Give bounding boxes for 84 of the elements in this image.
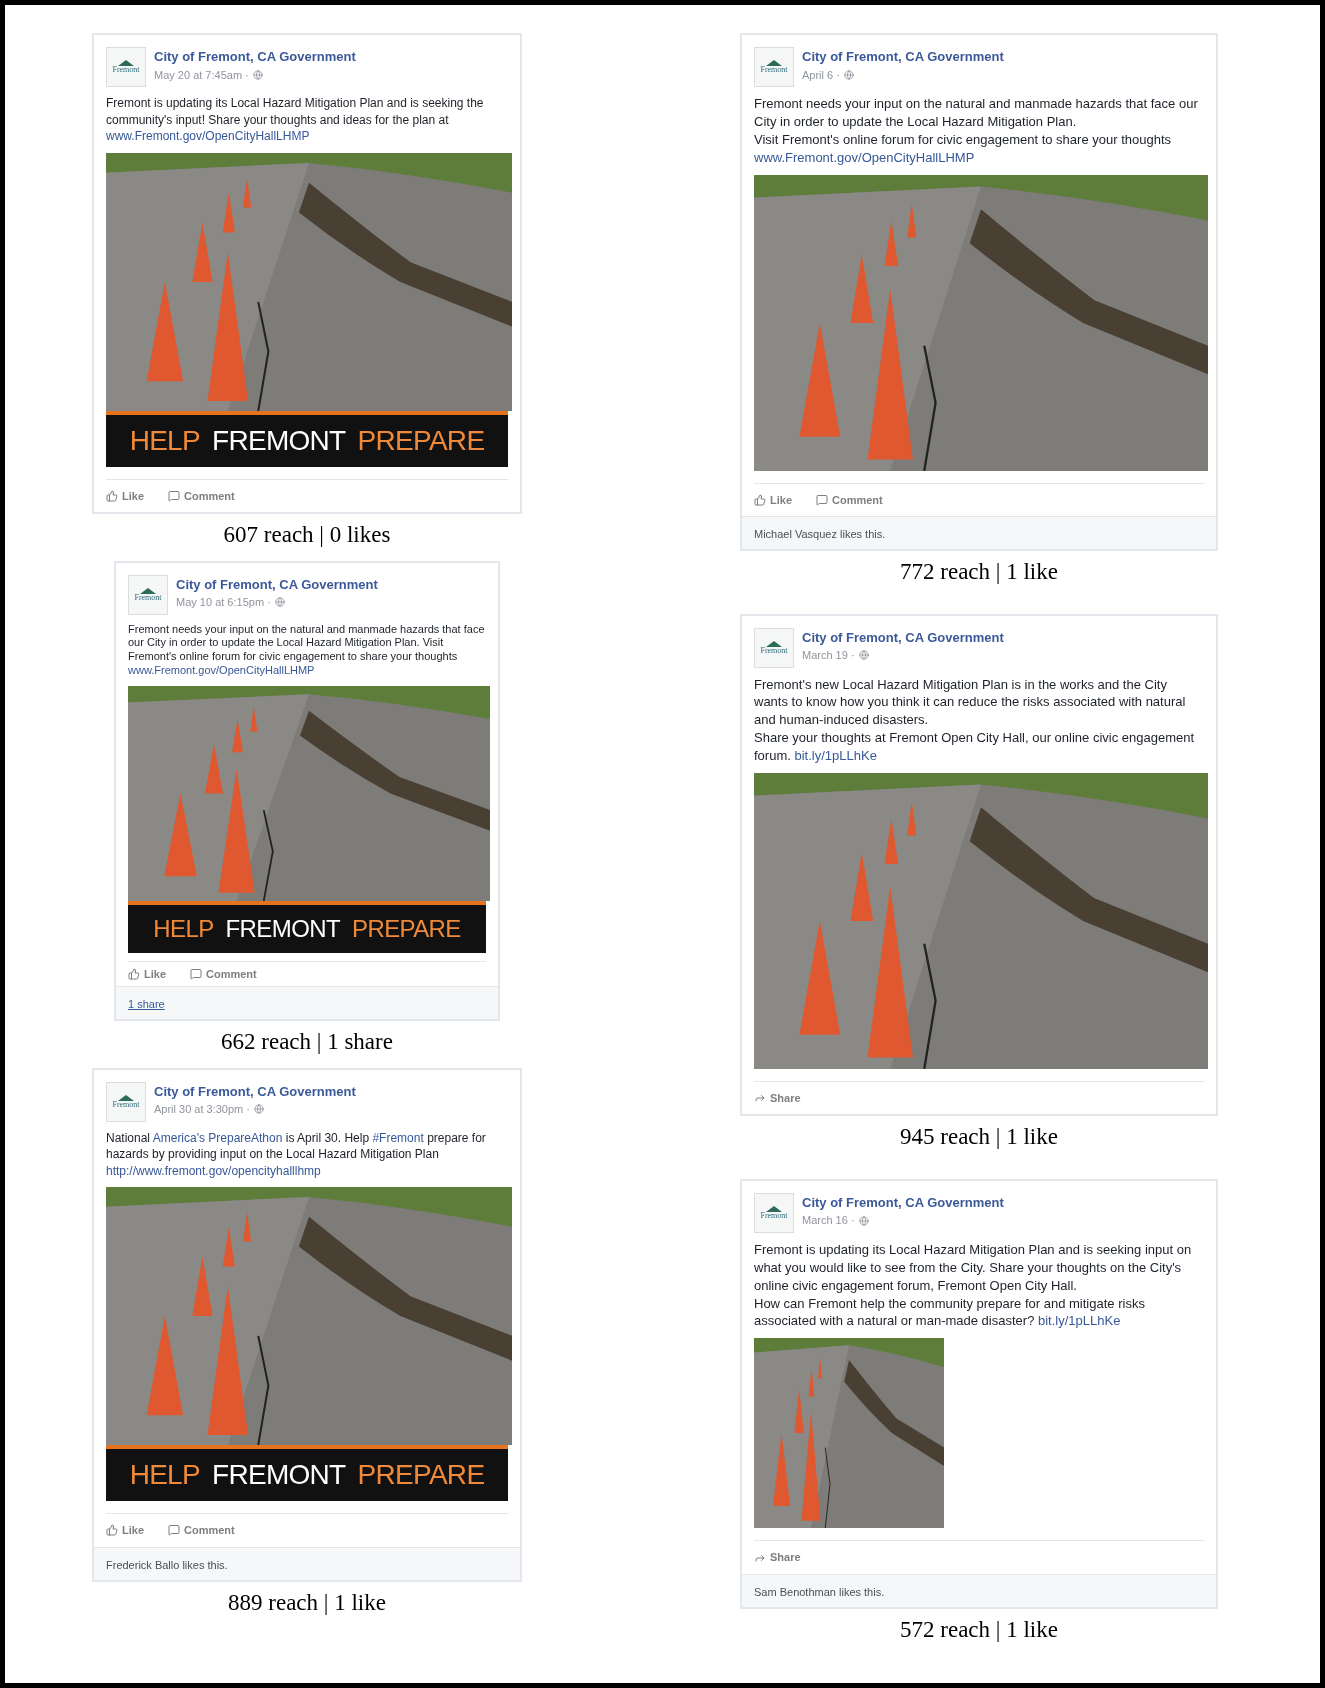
comment-icon: [190, 967, 202, 980]
banner-text: FREMONT: [212, 426, 346, 455]
reach-caption: 662 reach | 1 share: [221, 1028, 393, 1056]
post-date[interactable]: April 30 at 3:30pm ·: [154, 1101, 250, 1118]
post-link[interactable]: www.Fremont.gov/OpenCityHallLHMP: [128, 663, 315, 676]
post-link[interactable]: www.Fremont.gov/OpenCityHallLHMP: [754, 149, 975, 165]
banner-text: HELP: [129, 1461, 200, 1489]
comment-icon: [816, 493, 828, 506]
comment-button[interactable]: Comment: [168, 1522, 235, 1539]
logo-text: Fremont: [760, 66, 788, 74]
mountain-icon: [766, 60, 782, 66]
post-link[interactable]: bit.ly/1pLLhKe: [794, 748, 877, 763]
reach-caption: 945 reach | 1 like: [900, 1123, 1058, 1152]
page-name[interactable]: City of Fremont, CA Government: [802, 47, 1004, 67]
globe-icon: [843, 69, 854, 80]
post-text: Fremont needs your input on the natural and manmade hazards that face our City in order to update the Local Hazard Mitigation Plan.: [754, 95, 1199, 131]
post-date[interactable]: March 16 ·: [802, 1212, 855, 1229]
logo-text: Fremont: [112, 1100, 140, 1109]
comment-button[interactable]: Comment: [168, 487, 235, 504]
banner-text: HELP: [153, 916, 214, 941]
like-button[interactable]: Like: [754, 491, 792, 508]
logo-text: Fremont: [760, 1211, 788, 1220]
thumbs-up-icon: [128, 967, 140, 980]
reach-caption: 772 reach | 1 like: [900, 558, 1058, 586]
post-text: Visit Fremont's online forum for civic engagement to share your thoughts www.Fremont.gov/OpenCityHallLHMP: [754, 130, 1172, 167]
logo-text: Fremont: [112, 66, 140, 74]
globe-icon: [274, 597, 285, 608]
likes-text: Sam Benothman likes this.: [754, 1585, 885, 1598]
page-name[interactable]: City of Fremont, CA Government: [802, 627, 1004, 647]
comment-button[interactable]: Comment: [816, 491, 883, 508]
post-link[interactable]: http://www.fremont.gov/opencityhalllhmp: [106, 1163, 321, 1178]
reach-caption: 607 reach | 0 likes: [223, 521, 391, 549]
likes-text: Michael Vasquez likes this.: [754, 528, 886, 540]
comment-icon: [168, 489, 180, 502]
page-name[interactable]: City of Fremont, CA Government: [802, 1192, 1004, 1213]
share-count-link[interactable]: 1 share: [128, 998, 165, 1010]
mountain-icon: [140, 587, 156, 594]
post-link[interactable]: America's PrepareAthon: [152, 1130, 283, 1145]
mountain-icon: [766, 1205, 782, 1212]
logo-text: Fremont: [134, 593, 162, 602]
post-text: Fremont's new Local Hazard Mitigation Plan is in the works and the City wants to know how you think it can reduce the risks associated with natural and human-induced disasters.: [754, 675, 1187, 730]
post-text: How can Fremont help the community prepare for and mitigate risks associated with a natural or man-made disaster? bit.ly/1pLLhKe: [754, 1294, 1146, 1331]
post-date[interactable]: March 19 ·: [802, 647, 855, 664]
globe-icon: [858, 650, 869, 661]
globe-icon: [858, 1215, 869, 1226]
page-name[interactable]: City of Fremont, CA Government: [154, 47, 356, 67]
banner-text: PREPARE: [357, 426, 485, 455]
post-date[interactable]: April 6 ·: [802, 66, 840, 83]
share-button[interactable]: Share: [754, 1549, 801, 1566]
globe-icon: [252, 69, 263, 80]
thumbs-up-icon: [754, 493, 766, 506]
post-text: Fremont is updating its Local Hazard Mitigation Plan and is seeking the community's input! Share your thoughts and ideas for the plan at www.Fremont.gov/OpenCityHallLHMP: [106, 95, 485, 145]
post-text: Share your thoughts at Fremont Open City Hall, our online civic engagement forum. bit.ly/1pLLhKe: [754, 729, 1196, 765]
thumbs-up-icon: [106, 489, 118, 502]
post-link[interactable]: bit.ly/1pLLhKe: [1038, 1313, 1121, 1329]
banner-text: FREMONT: [212, 1461, 346, 1489]
comment-icon: [168, 1524, 180, 1537]
banner-text: PREPARE: [357, 1461, 485, 1489]
share-button[interactable]: Share: [754, 1089, 801, 1107]
likes-text: Frederick Ballo likes this.: [106, 1558, 228, 1571]
mountain-icon: [766, 640, 782, 647]
post-date[interactable]: May 10 at 6:15pm ·: [176, 594, 271, 611]
post-text: Fremont is updating its Local Hazard Mitigation Plan and is seeking input on what you would like to see from the City. Share your thoughts on the City's online civic engagement forum, Fremont Open City Hall.: [754, 1240, 1193, 1295]
banner-text: PREPARE: [352, 916, 461, 941]
post-text: National America's PrepareAthon is April 30. Help #Fremont prepare for hazards by providing input on the Local Hazard Mitigation Plan http://www.fremont.gov/opencityhalllhmp: [106, 1129, 487, 1179]
logo-text: Fremont: [760, 646, 788, 655]
page-name[interactable]: City of Fremont, CA Government: [176, 574, 378, 594]
post-date[interactable]: May 20 at 7:45am ·: [154, 66, 249, 83]
post-link[interactable]: #Fremont: [372, 1130, 424, 1145]
reach-caption: 572 reach | 1 like: [900, 1615, 1058, 1644]
comment-button[interactable]: Comment: [190, 965, 257, 982]
globe-icon: [254, 1104, 264, 1115]
mountain-icon: [118, 1094, 134, 1101]
post-link[interactable]: www.Fremont.gov/OpenCityHallLHMP: [106, 129, 310, 143]
banner-text: FREMONT: [225, 916, 340, 941]
like-button[interactable]: Like: [128, 965, 166, 982]
like-button[interactable]: Like: [106, 487, 144, 504]
thumbs-up-icon: [106, 1524, 118, 1537]
banner-text: HELP: [129, 426, 200, 455]
like-button[interactable]: Like: [106, 1522, 144, 1539]
mountain-icon: [118, 60, 134, 66]
post-text: Fremont needs your input on the natural and manmade hazards that face our City in order to update the Local Hazard Mitigation Plan. Visit Fremont's online forum for civic engagement to share your thoughts www.Fremont.gov/OpenCityHallLHMP: [128, 622, 486, 678]
reach-caption: 889 reach | 1 like: [228, 1588, 386, 1617]
page-name[interactable]: City of Fremont, CA Government: [154, 1081, 356, 1101]
